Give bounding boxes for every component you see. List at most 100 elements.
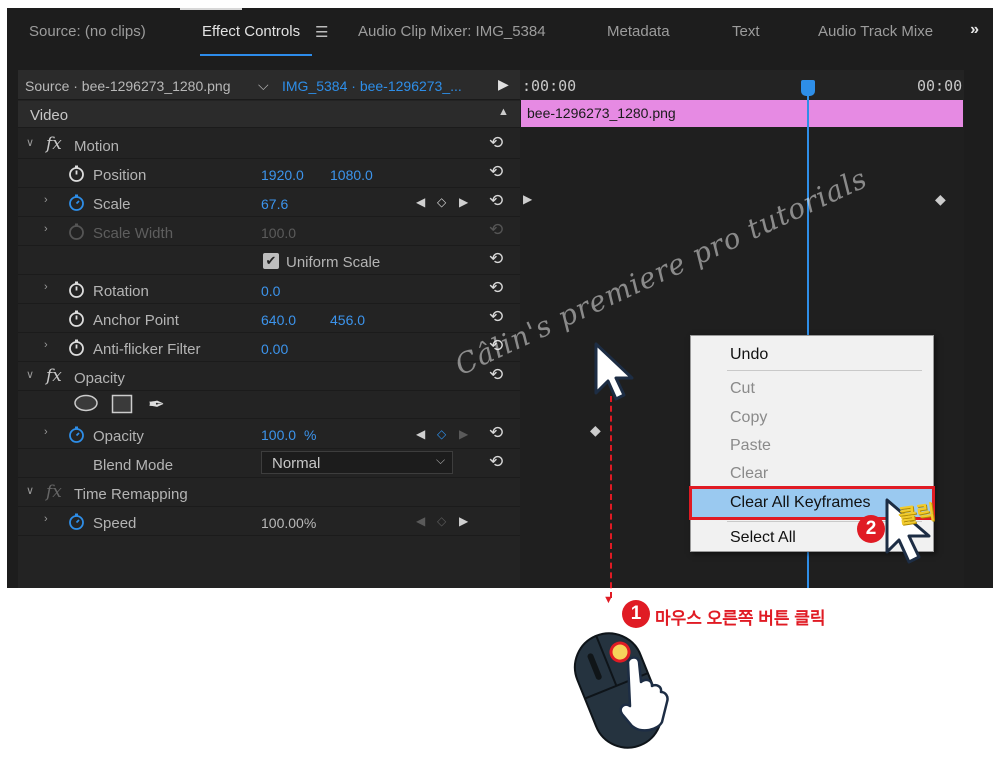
scale-width-row: › Scale Width 100.0 ⟲ <box>18 217 520 246</box>
tab-text[interactable]: Text <box>732 23 760 40</box>
opacity-label: Opacity <box>93 428 144 445</box>
twirl-open-icon[interactable]: ∨ <box>26 368 34 381</box>
rotation-label: Rotation <box>93 283 149 300</box>
speed-value[interactable]: 100.00% <box>261 515 316 531</box>
keyframe-nav-icon[interactable]: ▶ <box>523 192 532 206</box>
tab-audio-clip-mixer[interactable]: Audio Clip Mixer: IMG_5384 <box>358 23 546 40</box>
source-bar: Source · bee-1296273_1280.png ⌵ IMG_5384… <box>18 70 520 100</box>
step2-badge: 2 <box>857 515 885 543</box>
panel-menu-icon[interactable]: ☰ <box>315 23 328 41</box>
stopwatch-icon[interactable] <box>68 310 85 327</box>
add-keyframe-icon[interactable]: ◇ <box>437 514 446 528</box>
blend-mode-value: Normal <box>272 455 321 472</box>
menu-paste[interactable]: Paste <box>691 433 933 458</box>
time-remapping-label: Time Remapping <box>74 486 188 503</box>
keyframe-icon[interactable]: ◆ <box>935 191 946 208</box>
anchor-point-label: Anchor Point <box>93 312 179 329</box>
reset-icon[interactable]: ⟲ <box>489 307 503 327</box>
fx-icon[interactable]: fx <box>46 366 62 386</box>
playhead-handle[interactable] <box>801 80 815 96</box>
chevron-down-icon[interactable]: ⌵ <box>258 77 269 94</box>
time-remapping-row[interactable]: ∨ fx Time Remapping <box>18 478 520 507</box>
anchor-point-row: Anchor Point 640.0 456.0 ⟲ <box>18 304 520 333</box>
twirl-closed-icon[interactable]: › <box>44 339 48 351</box>
anchor-x-value[interactable]: 640.0 <box>261 312 296 328</box>
add-keyframe-icon[interactable]: ◇ <box>437 427 446 441</box>
prev-keyframe-icon[interactable]: ◀ <box>416 514 425 528</box>
next-keyframe-icon[interactable]: ▶ <box>459 514 468 528</box>
clip-bar[interactable]: bee-1296273_1280.png <box>521 100 963 127</box>
reset-icon[interactable]: ⟲ <box>489 452 503 472</box>
scale-width-value: 100.0 <box>261 225 297 241</box>
stopwatch-active-icon[interactable] <box>68 426 85 443</box>
stopwatch-active-icon[interactable] <box>68 513 85 530</box>
opacity-value[interactable]: 100.0 <box>261 427 296 443</box>
twirl-open-icon[interactable]: ∨ <box>26 484 34 497</box>
next-keyframe-icon[interactable]: ▶ <box>459 195 468 209</box>
video-header: Video <box>30 107 69 124</box>
opacity-section-row[interactable]: ∨ fx Opacity ⟲ <box>18 362 520 391</box>
menu-cut[interactable]: Cut <box>691 376 933 401</box>
more-tabs-icon[interactable]: » <box>970 21 979 39</box>
blend-mode-row: Blend Mode Normal ⌵ ⟲ <box>18 449 520 478</box>
menu-clear[interactable]: Clear <box>691 461 933 486</box>
reset-disabled-icon: ⟲ <box>489 220 504 239</box>
reset-icon[interactable]: ⟲ <box>489 191 503 211</box>
stopwatch-icon[interactable] <box>68 339 85 356</box>
twirl-open-icon[interactable]: ∨ <box>26 136 34 149</box>
anchor-y-value[interactable]: 456.0 <box>330 312 365 328</box>
menu-undo[interactable]: Undo <box>691 342 933 367</box>
motion-row[interactable]: ∨ fx Motion ⟲ <box>18 130 520 159</box>
clip-name: bee-1296273_1280.png <box>527 105 676 121</box>
twirl-closed-icon[interactable]: › <box>44 426 48 438</box>
scale-width-label: Scale Width <box>93 225 174 242</box>
rotation-value[interactable]: 0.0 <box>261 283 280 299</box>
mouse-device-icon <box>573 632 669 749</box>
opacity-section-label: Opacity <box>74 370 125 387</box>
chevron-down-icon[interactable]: ⌵ <box>436 453 445 468</box>
twirl-closed-icon[interactable]: › <box>44 223 48 235</box>
step1-label: 마우스 오른쪽 버튼 클릭 <box>655 609 826 628</box>
tab-source[interactable]: Source: (no clips) <box>29 23 146 40</box>
reset-icon[interactable]: ⟲ <box>489 423 503 443</box>
blend-mode-label: Blend Mode <box>93 457 174 474</box>
reset-icon[interactable]: ⟲ <box>489 162 503 182</box>
rotation-row: › Rotation 0.0 ⟲ <box>18 275 520 304</box>
stopwatch-icon[interactable] <box>68 281 85 298</box>
fx-icon[interactable]: fx <box>46 134 62 154</box>
uniform-scale-row: ✔ Uniform Scale ⟲ <box>18 246 520 275</box>
tab-audio-track-mixer[interactable]: Audio Track Mixe <box>818 23 933 40</box>
prev-keyframe-icon[interactable]: ◀ <box>416 427 425 441</box>
reset-icon[interactable]: ⟲ <box>489 133 503 153</box>
clip-selector[interactable]: IMG_5384 · bee-1296273_... <box>282 78 462 94</box>
prev-keyframe-icon[interactable]: ◀ <box>416 195 425 209</box>
add-keyframe-icon[interactable]: ◇ <box>437 195 446 209</box>
reset-icon[interactable]: ⟲ <box>489 249 503 269</box>
collapse-up-icon[interactable]: ▲ <box>498 106 509 118</box>
antiflicker-value[interactable]: 0.00 <box>261 341 288 357</box>
stopwatch-active-icon[interactable] <box>68 194 85 211</box>
rectangle-mask-icon[interactable] <box>111 394 133 419</box>
fx-icon: fx <box>46 482 62 502</box>
play-icon[interactable]: ▶ <box>498 76 509 93</box>
tab-metadata[interactable]: Metadata <box>607 23 670 40</box>
menu-copy[interactable]: Copy <box>691 405 933 430</box>
keyframe-icon[interactable]: ◆ <box>590 422 601 439</box>
source-label: Source · bee-1296273_1280.png <box>25 78 231 94</box>
scale-value[interactable]: 67.6 <box>261 196 288 212</box>
position-y-value[interactable]: 1080.0 <box>330 167 373 183</box>
twirl-closed-icon[interactable]: › <box>44 194 48 206</box>
uniform-scale-checkbox[interactable]: ✔ <box>263 253 279 269</box>
stopwatch-icon[interactable] <box>68 165 85 182</box>
twirl-closed-icon[interactable]: › <box>44 281 48 293</box>
scale-label: Scale <box>93 196 131 213</box>
time-ruler[interactable]: :00:00 00:00: <box>520 70 971 100</box>
pen-mask-icon[interactable]: ✒ <box>148 392 165 417</box>
ellipse-mask-icon[interactable] <box>73 394 99 417</box>
reset-icon[interactable]: ⟲ <box>489 278 503 298</box>
mouse-cursor-icon <box>594 342 634 401</box>
next-keyframe-icon[interactable]: ▶ <box>459 427 468 441</box>
twirl-closed-icon[interactable]: › <box>44 513 48 525</box>
position-x-value[interactable]: 1920.0 <box>261 167 304 183</box>
tab-effect-controls[interactable]: Effect Controls <box>202 23 300 40</box>
